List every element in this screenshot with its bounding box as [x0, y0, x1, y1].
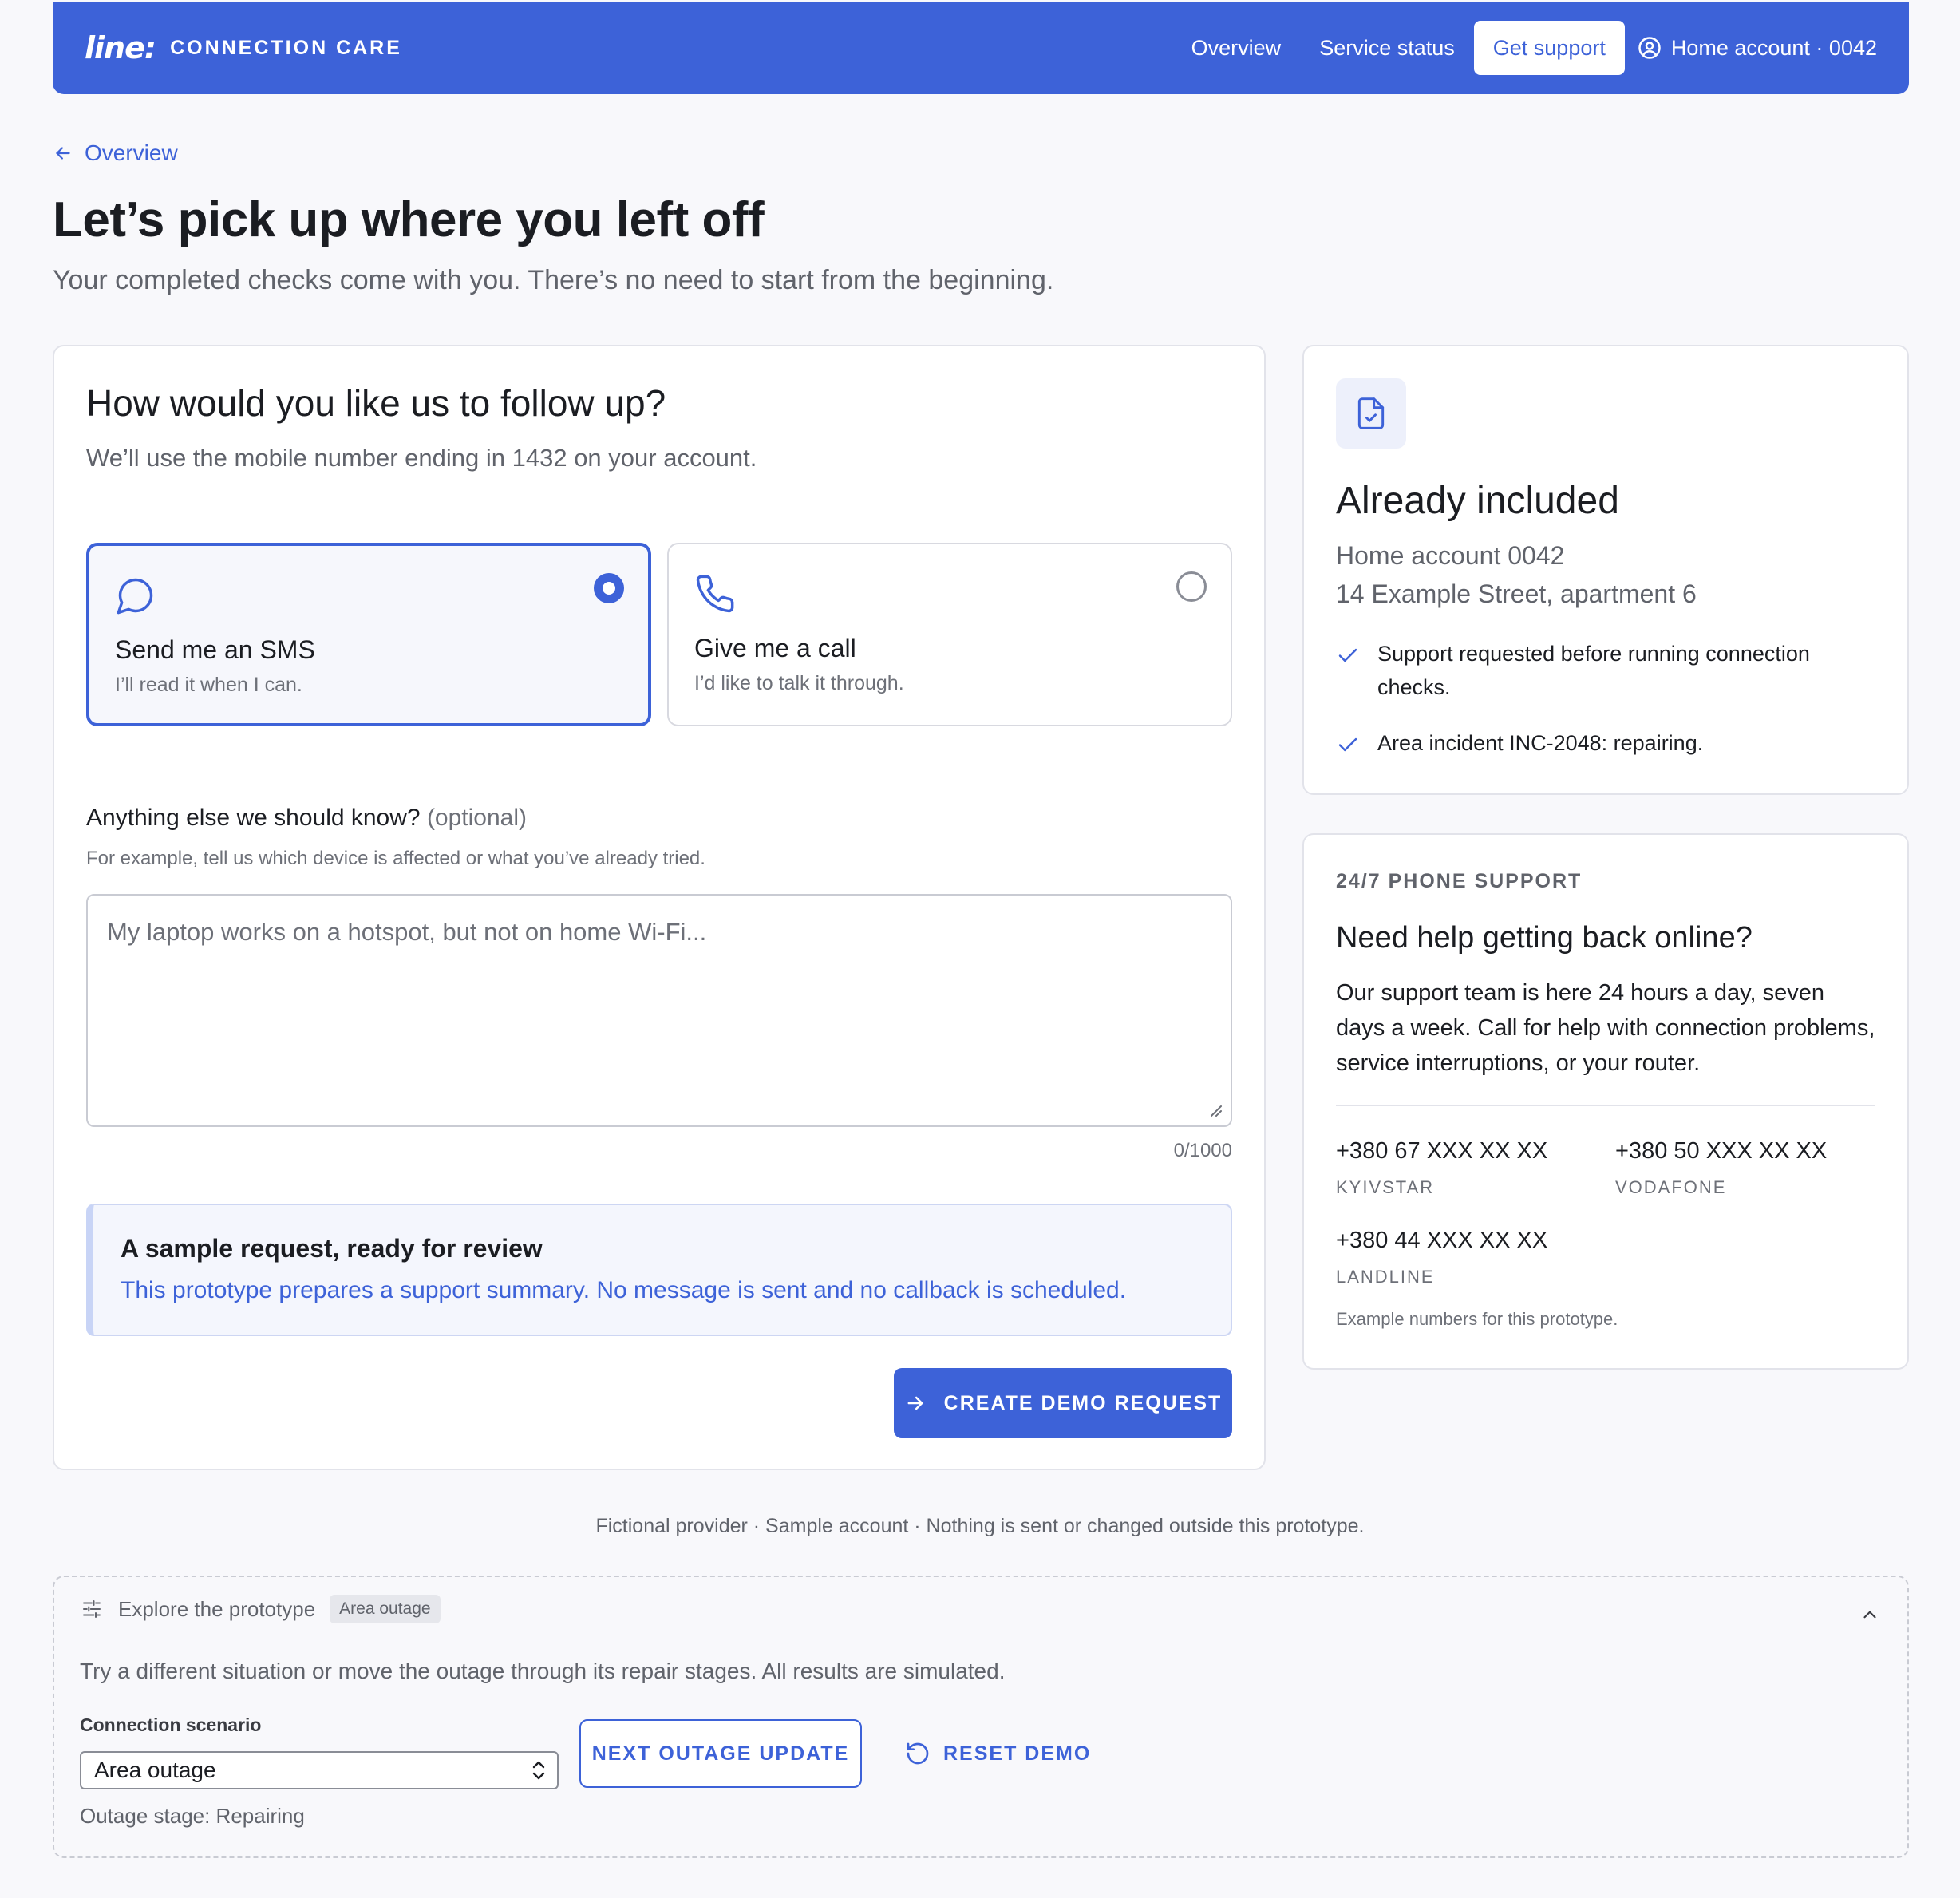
document-check-icon — [1336, 378, 1406, 449]
nav-get-support[interactable]: Get support — [1473, 21, 1625, 75]
footer-note: Fictional provider · Sample account · No… — [595, 1515, 1365, 1537]
next-outage-update-button[interactable]: NEXT OUTAGE UPDATE — [579, 1719, 862, 1788]
check-icon — [1336, 637, 1360, 704]
option-sms-desc: I’ll read it when I can. — [115, 674, 302, 696]
included-address: 14 Example Street, apartment 6 — [1336, 579, 1697, 608]
phone-carrier: KYIVSTAR — [1336, 1177, 1435, 1197]
nav-overview[interactable]: Overview — [1172, 36, 1301, 61]
notice-body: This prototype prepares a support summar… — [121, 1277, 1127, 1303]
phone-icon — [694, 573, 736, 615]
phone-entry-vodafone: +380 50 XXX XX XX VODAFONE — [1615, 1138, 1827, 1198]
top-navigation-bar: line: CONNECTION CARE Overview Service s… — [53, 2, 1909, 94]
prototype-controls-panel: Explore the prototype Area outage Try a … — [53, 1576, 1909, 1858]
option-call-label: Give me a call — [694, 634, 856, 662]
reset-demo-label: RESET DEMO — [943, 1742, 1092, 1765]
notice-title: A sample request, ready for review — [121, 1234, 543, 1263]
account-label: Home account · 0042 — [1670, 35, 1877, 60]
resize-grip-icon[interactable] — [1207, 1101, 1223, 1117]
support-title: Need help getting back online? — [1336, 921, 1753, 955]
followup-subtitle: We’ll use the mobile number ending in 14… — [86, 444, 757, 472]
phone-carrier: VODAFONE — [1615, 1177, 1727, 1197]
phone-support-card: 24/7 PHONE SUPPORT Need help getting bac… — [1302, 833, 1909, 1370]
divider — [1336, 1105, 1875, 1106]
demo-panel-header[interactable]: Explore the prototype Area outage — [80, 1595, 441, 1623]
demo-panel-title: Explore the prototype — [118, 1596, 316, 1621]
back-link-label: Overview — [85, 140, 178, 165]
sliders-icon — [80, 1597, 104, 1621]
option-sms-label: Send me an SMS — [115, 635, 315, 664]
included-account: Home account 0042 — [1336, 541, 1565, 570]
main-nav: Overview Service status Get support Home… — [1172, 2, 1877, 94]
arrow-right-icon — [904, 1392, 927, 1414]
notes-help: For example, tell us which device is aff… — [86, 848, 705, 869]
option-call[interactable]: Give me a call I’d like to talk it throu… — [667, 543, 1232, 726]
followup-card: How would you like us to follow up? We’l… — [53, 345, 1266, 1470]
char-counter: 0/1000 — [1173, 1140, 1232, 1161]
select-arrows-icon — [530, 1759, 547, 1781]
support-body: Our support team is here 24 hours a day,… — [1336, 980, 1875, 1076]
phone-entry-landline: +380 44 XXX XX XX LANDLINE — [1336, 1228, 1547, 1287]
brand-name: CONNECTION CARE — [170, 36, 402, 59]
arrow-left-icon — [53, 143, 73, 164]
included-item-text: Support requested before running connect… — [1377, 642, 1810, 699]
scenario-badge: Area outage — [330, 1595, 441, 1623]
included-item: Support requested before running connect… — [1336, 637, 1879, 704]
phone-number[interactable]: +380 44 XXX XX XX — [1336, 1228, 1547, 1254]
page-title: Let’s pick up where you left off — [53, 192, 765, 247]
included-item-text: Area incident INC-2048: repairing. — [1377, 731, 1704, 755]
notes-label: Anything else we should know? (optional) — [86, 805, 527, 832]
cta-label: CREATE DEMO REQUEST — [943, 1391, 1223, 1414]
support-eyebrow: 24/7 PHONE SUPPORT — [1336, 870, 1583, 892]
scenario-select[interactable]: Area outage — [80, 1751, 559, 1789]
chevron-up-icon[interactable] — [1859, 1604, 1880, 1625]
user-circle-icon — [1638, 36, 1662, 60]
notes-textarea[interactable] — [86, 894, 1232, 1127]
scenario-select-value: Area outage — [94, 1758, 216, 1782]
back-link[interactable]: Overview — [53, 140, 178, 166]
brand-logo[interactable]: line: — [85, 30, 156, 65]
phone-number[interactable]: +380 50 XXX XX XX — [1615, 1138, 1827, 1165]
sample-notice: A sample request, ready for review This … — [86, 1204, 1232, 1336]
included-item: Area incident INC-2048: repairing. — [1336, 726, 1879, 760]
option-call-desc: I’d like to talk it through. — [694, 672, 904, 694]
page-subtitle: Your completed checks come with you. The… — [53, 265, 1054, 295]
sms-radio[interactable] — [594, 573, 624, 603]
reset-icon — [905, 1741, 931, 1766]
nav-service-status[interactable]: Service status — [1300, 36, 1474, 61]
support-footnote: Example numbers for this prototype. — [1336, 1309, 1618, 1329]
chat-bubble-icon — [115, 575, 156, 616]
notes-optional-tag: (optional) — [426, 805, 528, 831]
phone-number[interactable]: +380 67 XXX XX XX — [1336, 1138, 1547, 1165]
included-title: Already included — [1336, 480, 1619, 522]
phone-entry-kyivstar: +380 67 XXX XX XX KYIVSTAR — [1336, 1138, 1547, 1198]
already-included-card: Already included Home account 0042 14 Ex… — [1302, 345, 1909, 795]
scenario-label: Connection scenario — [80, 1714, 262, 1735]
demo-description: Try a different situation or move the ou… — [80, 1659, 1006, 1683]
account-menu[interactable]: Home account · 0042 — [1625, 36, 1877, 61]
option-sms[interactable]: Send me an SMS I’ll read it when I can. — [86, 543, 651, 726]
check-icon — [1336, 726, 1360, 760]
followup-title: How would you like us to follow up? — [86, 382, 666, 424]
create-demo-request-button[interactable]: CREATE DEMO REQUEST — [894, 1368, 1232, 1438]
call-radio[interactable] — [1176, 571, 1207, 602]
notes-label-text: Anything else we should know? — [86, 805, 421, 831]
outage-stage: Outage stage: Repairing — [80, 1804, 305, 1828]
reset-demo-button[interactable]: RESET DEMO — [905, 1719, 1091, 1788]
phone-carrier: LANDLINE — [1336, 1267, 1435, 1287]
